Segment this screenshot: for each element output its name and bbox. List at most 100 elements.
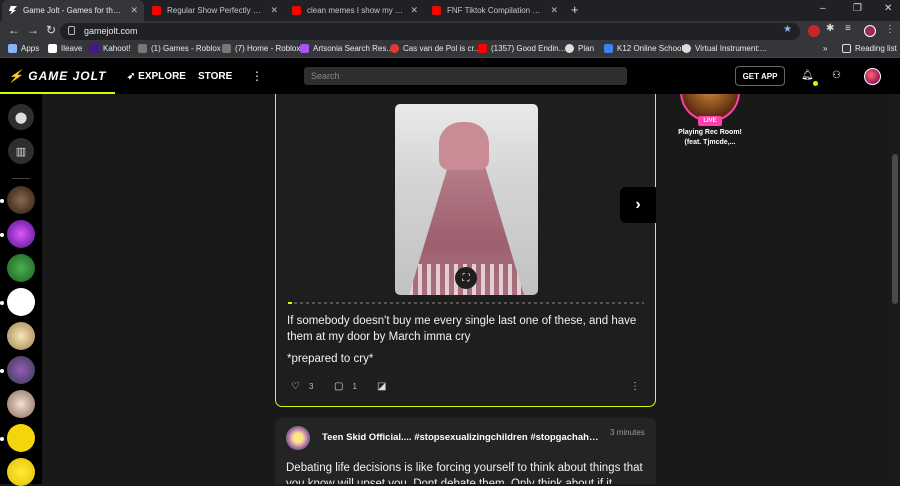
unread-dot xyxy=(0,369,4,373)
new-tab-button[interactable]: + xyxy=(571,2,579,17)
library-icon[interactable]: ▥ xyxy=(8,138,34,164)
profile-avatar[interactable] xyxy=(864,25,876,37)
bookmark-plan[interactable]: Plan xyxy=(565,44,594,53)
reading-list-button[interactable]: Reading list xyxy=(842,44,897,53)
user-avatar[interactable] xyxy=(864,68,881,85)
community-avatar[interactable] xyxy=(7,390,35,418)
back-icon[interactable]: ← xyxy=(8,23,20,37)
next-media-button[interactable]: › xyxy=(620,187,656,223)
youtube-icon xyxy=(152,6,161,15)
bookmark-label: K12 Online School xyxy=(617,44,684,53)
reading-list-label: Reading list xyxy=(855,44,897,53)
main-feed: ⛶ If somebody doesn't buy me every singl… xyxy=(42,94,890,484)
community-avatar[interactable] xyxy=(7,254,35,282)
apps-grid-icon xyxy=(8,44,17,53)
tab-label: Regular Show Perfectly Cut Part xyxy=(167,6,265,15)
bookmark-roblox-games[interactable]: (1) Games - Roblox xyxy=(138,44,221,53)
comment-button[interactable]: ▢ 1 xyxy=(334,381,357,392)
maximize-button[interactable]: ❐ xyxy=(853,3,862,14)
friends-icon[interactable]: ⚇ xyxy=(832,70,841,81)
bookmark-roblox-home[interactable]: (7) Home - Roblox xyxy=(222,44,300,53)
post-card[interactable]: Teen Skid Official.... #stopsexualizingc… xyxy=(275,418,656,484)
gamejolt-logo[interactable]: ⚡ GAME JOLT xyxy=(8,69,106,83)
close-icon[interactable]: ✕ xyxy=(270,5,278,16)
post-text: If somebody doesn't buy me every single … xyxy=(287,315,637,343)
k12-icon xyxy=(604,44,613,53)
post-author-title[interactable]: Teen Skid Official.... #stopsexualizingc… xyxy=(322,432,602,443)
feed-home-icon[interactable]: ⬤ xyxy=(8,104,34,130)
post-actions: ♡ 3 ▢ 1 ◪ ⋮ xyxy=(291,381,641,395)
url-text: gamejolt.com xyxy=(84,26,138,36)
youtube-icon xyxy=(432,6,441,15)
close-icon[interactable]: ✕ xyxy=(550,5,558,16)
tab-label: Game Jolt - Games for the love of xyxy=(23,6,124,15)
gamejolt-icon xyxy=(48,44,57,53)
tab-clean-memes[interactable]: clean memes I show my pet duck ✕ xyxy=(286,0,424,21)
bookmark-virtual-instrument[interactable]: Virtual Instrument:... xyxy=(682,44,766,53)
nav-explore[interactable]: ➶ EXPLORE xyxy=(127,71,186,82)
bookmark-cas[interactable]: Cas van de Pol is cr... xyxy=(390,44,480,53)
extension-icon[interactable] xyxy=(808,25,820,37)
bookmark-k12[interactable]: K12 Online School xyxy=(604,44,683,53)
post-text-secondary: *prepared to cry* xyxy=(287,353,374,365)
live-stream-title[interactable]: Playing Rec Room! xyxy=(662,129,758,136)
sticker-button[interactable]: ◪ xyxy=(377,381,395,392)
bookmark-apps[interactable]: Apps xyxy=(8,44,39,53)
bookmark-good-ending[interactable]: (1357) Good Endin... xyxy=(478,44,565,53)
bookmark-artsonia[interactable]: Artsonia Search Res... xyxy=(300,44,393,53)
bookmark-star-icon[interactable]: ★ xyxy=(783,24,792,35)
community-avatar[interactable] xyxy=(7,424,35,452)
close-icon[interactable]: ✕ xyxy=(130,5,138,16)
artsonia-icon xyxy=(300,44,309,53)
author-avatar[interactable] xyxy=(286,426,310,450)
post-card[interactable]: ⛶ If somebody doesn't buy me every singl… xyxy=(275,94,656,407)
forward-icon[interactable]: → xyxy=(27,23,39,37)
comment-icon: ▢ xyxy=(334,381,344,392)
community-avatar[interactable] xyxy=(7,322,35,350)
community-avatar[interactable] xyxy=(7,186,35,214)
like-button[interactable]: ♡ 3 xyxy=(291,381,313,392)
search-input[interactable]: Search xyxy=(304,67,627,85)
close-window-button[interactable]: ✕ xyxy=(884,3,892,14)
bookmarks-overflow[interactable]: » xyxy=(823,44,827,53)
bookmark-label: Kahoot! xyxy=(103,44,131,53)
bookmark-label: Cas van de Pol is cr... xyxy=(403,44,481,53)
menu-icon[interactable]: ⋮ xyxy=(885,24,895,35)
close-icon[interactable]: ✕ xyxy=(410,5,418,16)
post-text: Debating life decisions is like forcing … xyxy=(286,462,643,484)
left-sidebar: ⬤ ▥ xyxy=(0,94,42,486)
get-app-button[interactable]: GET APP xyxy=(735,66,785,86)
post-menu-button[interactable]: ⋮ xyxy=(630,381,649,392)
youtube-icon xyxy=(478,44,487,53)
nav-store[interactable]: STORE xyxy=(198,71,232,82)
compass-icon: ➶ xyxy=(127,71,136,82)
media-icon[interactable]: ≡ xyxy=(845,23,857,35)
bookmark-ileave[interactable]: Ileave xyxy=(48,44,82,53)
page-scrollbar[interactable] xyxy=(890,94,900,484)
bookmark-label: (1) Games - Roblox xyxy=(151,44,221,53)
post-media-image[interactable]: ⛶ xyxy=(395,104,538,295)
bookmark-label: (1357) Good Endin... xyxy=(491,44,566,53)
omnibox[interactable]: gamejolt.com ★ xyxy=(60,23,800,40)
reload-icon[interactable]: ↻ xyxy=(46,23,56,37)
sidebar-divider xyxy=(12,178,30,179)
notifications-bell-icon[interactable]: 🔔︎ xyxy=(801,70,814,81)
tab-gamejolt[interactable]: Game Jolt - Games for the love of ✕ xyxy=(2,0,144,21)
fullscreen-icon[interactable]: ⛶ xyxy=(455,267,477,289)
community-avatar[interactable] xyxy=(7,220,35,248)
tab-fnf-tiktok[interactable]: FNF Tiktok Compilation #12 | Fri ✕ xyxy=(426,0,564,21)
community-avatar[interactable] xyxy=(7,458,35,486)
dress-bodice xyxy=(439,122,489,170)
puzzle-icon[interactable]: ✱ xyxy=(826,23,838,35)
site-header: ⚡ GAME JOLT ➶ EXPLORE STORE ⋮ Search GET… xyxy=(0,58,900,94)
tab-regular-show[interactable]: Regular Show Perfectly Cut Part ✕ xyxy=(146,0,284,21)
scrollbar-thumb[interactable] xyxy=(892,154,898,304)
bookmark-label: (7) Home - Roblox xyxy=(235,44,301,53)
more-menu-icon[interactable]: ⋮ xyxy=(251,69,263,83)
minimize-button[interactable]: – xyxy=(820,3,826,14)
community-gamejolt-avatar[interactable] xyxy=(7,288,35,316)
bookmark-kahoot[interactable]: Kahoot! xyxy=(90,44,131,53)
globe-icon xyxy=(565,44,574,53)
more-vertical-icon: ⋮ xyxy=(630,381,640,392)
community-avatar[interactable] xyxy=(7,356,35,384)
